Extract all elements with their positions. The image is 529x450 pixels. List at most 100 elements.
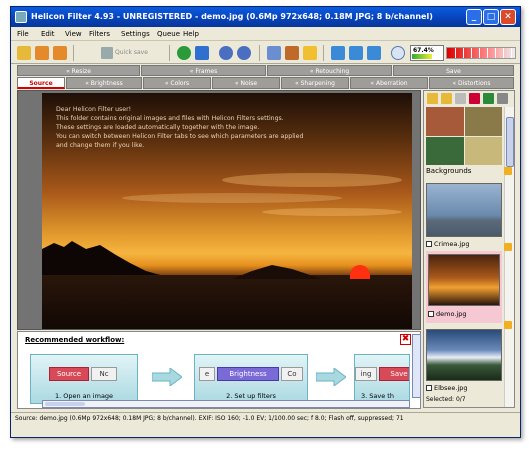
thumbnail-demo (428, 254, 500, 306)
tab-row-2: Source « Brightness « Colors « Noise « S… (17, 77, 514, 89)
overlay-line: This folder contains original images and… (56, 115, 284, 122)
zoom-slider[interactable] (446, 47, 516, 59)
minimize-button[interactable]: _ (466, 9, 482, 25)
menu-help[interactable]: Help (183, 30, 199, 38)
app-window: Helicon Filter 4.93 - UNREGISTERED - dem… (10, 6, 521, 438)
open-folder-icon[interactable] (17, 46, 31, 60)
source-button-sample: Source (49, 367, 89, 381)
tab-colors[interactable]: « Colors (143, 77, 211, 89)
overlay-message: Dear Helicon Filter user! This folder co… (56, 105, 356, 150)
info-badge-icon (504, 243, 512, 251)
refresh-icon[interactable] (483, 93, 494, 104)
info-badge-icon (504, 321, 512, 329)
title-bar[interactable]: Helicon Filter 4.93 - UNREGISTERED - dem… (11, 7, 520, 27)
folder-up-icon[interactable] (441, 93, 452, 104)
undo-icon[interactable] (219, 46, 233, 60)
zoom-indicator[interactable]: 67.4% (410, 45, 444, 61)
tab-sharpening[interactable]: « Sharpening (281, 77, 349, 89)
tab-sample: Nc (91, 367, 117, 381)
backgrounds-label: Backgrounds (426, 167, 472, 175)
tab-noise[interactable]: « Noise (212, 77, 280, 89)
workflow-side-scrollbar[interactable] (412, 334, 421, 398)
thumbnail-crimea (426, 183, 502, 237)
tab-aberration[interactable]: « Aberration (350, 77, 428, 89)
forward-arrow-icon[interactable] (53, 46, 67, 60)
tab-sample: ing (355, 367, 377, 381)
delete-icon[interactable] (469, 93, 480, 104)
tab-source[interactable]: Source (17, 77, 65, 89)
overlay-line: These settings are loaded automatically … (56, 124, 260, 131)
selected-count: Selected: 0/7 (426, 396, 466, 403)
view-split-icon[interactable] (349, 46, 363, 60)
menu-file[interactable]: File (17, 30, 29, 38)
overlay-line: and change them if you like. (56, 142, 145, 149)
redo-icon[interactable] (237, 46, 251, 60)
arrow-icon (152, 368, 182, 386)
tab-resize[interactable]: « Resize (17, 65, 140, 76)
tab-sample: e (199, 367, 215, 381)
overlay-line: You can switch between Helicon Filter ta… (56, 133, 304, 140)
checkbox[interactable] (426, 385, 432, 391)
tab-row-1: « Resize « Frames « Retouching Save (17, 65, 514, 76)
tab-save[interactable]: Save (393, 65, 514, 76)
workflow-step-2: e Brightness Co 2. Set up filters (194, 354, 308, 404)
thumb-item-selected[interactable]: demo.jpg (426, 251, 502, 323)
close-window-button[interactable]: ✕ (500, 9, 516, 25)
tab-retouching[interactable]: « Retouching (267, 65, 392, 76)
tab-brightness[interactable]: « Brightness (66, 77, 142, 89)
workflow-title: Recommended workflow: (25, 336, 125, 344)
comment-icon[interactable] (285, 46, 299, 60)
view-fullscreen-icon[interactable] (367, 46, 381, 60)
arrow-icon (316, 368, 346, 386)
menu-edit[interactable]: Edit (41, 30, 55, 38)
menu-filters[interactable]: Filters (89, 30, 110, 38)
brightness-tab-sample: Brightness (217, 367, 279, 381)
file-browser-panel: Backgrounds Crimea.jpg demo.jpg Elbsee.j… (423, 90, 515, 408)
distant-island (232, 265, 322, 279)
save-tab-sample: Save (379, 367, 409, 381)
workflow-step-1: Source Nc 1. Open an image (30, 354, 138, 404)
menu-queue[interactable]: Queue (157, 30, 180, 38)
sunset-photo: Dear Helicon Filter user! This folder co… (42, 93, 412, 329)
thumb-label: Crimea.jpg (434, 240, 470, 248)
browser-scrollbar[interactable] (504, 107, 514, 407)
tab-frames[interactable]: « Frames (141, 65, 266, 76)
zoom-icon[interactable] (391, 46, 405, 60)
step-label: 3. Save th (361, 392, 394, 400)
folder-icon[interactable] (427, 93, 438, 104)
toolbar: Quick save 67.4% (11, 42, 520, 64)
checkbox[interactable] (428, 311, 434, 317)
quick-save-button[interactable]: Quick save (115, 49, 148, 56)
tab-distortions[interactable]: « Distortions (429, 77, 514, 89)
info-badge-icon (504, 167, 512, 175)
maximize-button[interactable]: □ (483, 9, 499, 25)
app-icon[interactable] (15, 11, 27, 23)
batch-icon[interactable] (195, 46, 209, 60)
checkbox[interactable] (426, 241, 432, 247)
workflow-close-button[interactable]: ✖ (400, 334, 411, 345)
step-label: 1. Open an image (54, 392, 114, 400)
menu-settings[interactable]: Settings (121, 30, 150, 38)
tab-sample: Co (281, 367, 303, 381)
status-bar: Source: demo.jpg (0.6Mp 972x648; 0.18M J… (11, 412, 520, 423)
thumbnail-elbsee (426, 329, 502, 381)
workflow-scrollbar[interactable] (42, 400, 410, 408)
zoom-bar (412, 54, 433, 59)
menu-view[interactable]: View (65, 30, 82, 38)
image-viewport[interactable]: Dear Helicon Filter user! This folder co… (17, 90, 421, 330)
workflow-panel: Recommended workflow: ✖ Source Nc 1. Ope… (17, 331, 421, 409)
compare-icon[interactable] (267, 46, 281, 60)
info-icon[interactable] (303, 46, 317, 60)
process-icon[interactable] (177, 46, 191, 60)
sun (350, 265, 370, 279)
view-single-icon[interactable] (331, 46, 345, 60)
view-mode-icon[interactable] (497, 93, 508, 104)
window-title: Helicon Filter 4.93 - UNREGISTERED - dem… (31, 12, 433, 21)
back-arrow-icon[interactable] (35, 46, 49, 60)
workflow-step-3: ing Save 3. Save th (354, 354, 410, 404)
search-icon[interactable] (455, 93, 466, 104)
scroll-thumb[interactable] (506, 117, 514, 167)
zoom-value: 67.4% (413, 47, 434, 54)
save-icon[interactable] (101, 47, 113, 59)
overlay-line: Dear Helicon Filter user! (56, 106, 132, 113)
